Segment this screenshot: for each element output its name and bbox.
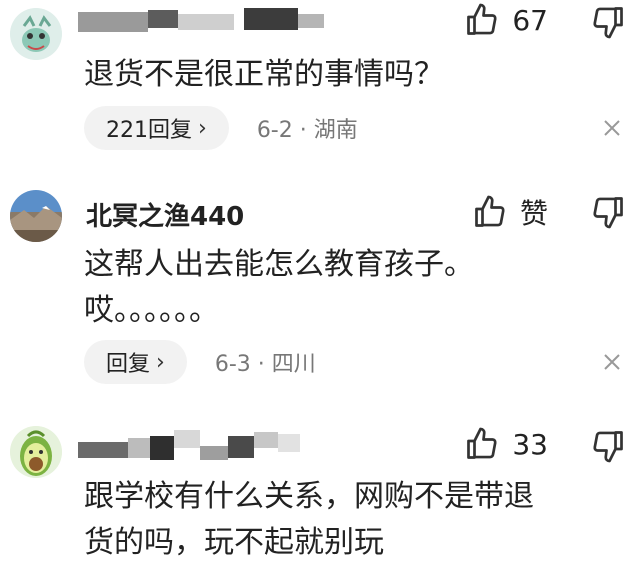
username-redacted <box>74 4 334 38</box>
like-count: 67 <box>512 3 548 37</box>
comment-item: 67 退货不是很正常的事情吗？ 221回复 › 6-2 · 湖南 <box>0 0 640 160</box>
reply-button[interactable]: 回复 › <box>84 340 187 384</box>
thumbs-down-icon[interactable] <box>590 4 626 40</box>
comment-text: 退货不是很正常的事情吗？ <box>84 57 444 92</box>
replies-button[interactable]: 221回复 › <box>84 106 229 150</box>
username[interactable]: 北冥之渔440 <box>86 196 244 233</box>
comment-item: 33 跟学校有什么关系，网购不是带退 货的吗，玩不起就别玩 <box>0 412 640 575</box>
thumbs-down-icon[interactable] <box>590 428 626 464</box>
avatar[interactable] <box>10 8 62 60</box>
comment-text: 这帮人出去能怎么教育孩子。 哎。。。。。。 <box>84 247 474 328</box>
comment-meta: 221回复 › 6-2 · 湖南 <box>84 106 358 150</box>
date-location: 6-3 · 四川 <box>214 352 316 377</box>
date-location: 6-2 · 湖南 <box>256 118 358 143</box>
like-count: 33 <box>512 427 548 461</box>
thumbs-up-icon <box>467 427 497 459</box>
avatar[interactable] <box>10 190 62 242</box>
username-redacted <box>74 428 334 462</box>
avatar[interactable] <box>10 426 62 478</box>
thumbs-up-icon <box>475 195 505 227</box>
thumbs-down-icon[interactable] <box>590 194 626 230</box>
chevron-right-icon: › <box>198 115 207 141</box>
chevron-right-icon: › <box>156 349 165 375</box>
comment-item: 北冥之渔440 赞 这帮人出去能怎么教育孩子。 哎。。。。。。 回复 › 6-3… <box>0 180 640 390</box>
like-button[interactable]: 33 <box>464 426 548 462</box>
close-icon[interactable] <box>600 350 624 374</box>
thumbs-up-icon <box>467 3 497 35</box>
comment-text: 跟学校有什么关系，网购不是带退 货的吗，玩不起就别玩 <box>84 479 534 560</box>
close-icon[interactable] <box>600 116 624 140</box>
like-button[interactable]: 67 <box>464 2 548 38</box>
comment-meta: 回复 › 6-3 · 四川 <box>84 340 316 384</box>
like-button[interactable]: 赞 <box>472 192 548 232</box>
like-label: 赞 <box>519 197 548 230</box>
